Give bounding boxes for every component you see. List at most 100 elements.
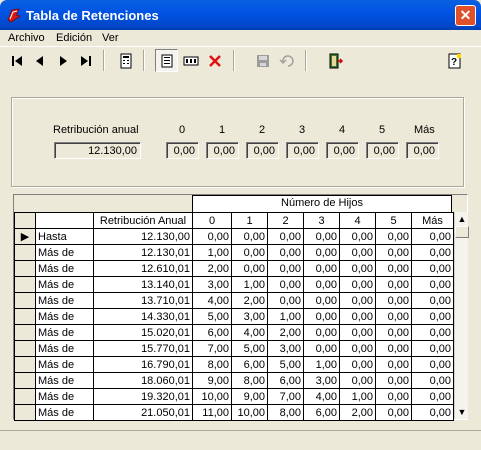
table-cell[interactable]: 2,00 [192, 260, 232, 277]
table-cell[interactable]: 0,00 [375, 244, 412, 261]
hijos-field-5[interactable]: 0,00 [366, 142, 399, 159]
grid-header-0[interactable]: 0 [192, 212, 232, 229]
grid-header-1[interactable]: 1 [231, 212, 268, 229]
grid-header-5[interactable]: 5 [375, 212, 412, 229]
table-cell[interactable]: 21.050,01 [93, 404, 193, 421]
table-cell[interactable]: 18.060,01 [93, 372, 193, 389]
table-cell[interactable]: 10,00 [231, 404, 268, 421]
table-cell[interactable]: 9,00 [231, 388, 268, 405]
table-cell[interactable]: 0,00 [339, 340, 376, 357]
table-cell[interactable]: 0,00 [192, 228, 232, 245]
table-cell[interactable]: 0,00 [303, 324, 340, 341]
hijos-field-3[interactable]: 0,00 [286, 142, 319, 159]
first-record-button[interactable] [5, 49, 28, 72]
table-cell[interactable]: 4,00 [303, 388, 340, 405]
previous-record-button[interactable] [28, 49, 51, 72]
table-row[interactable]: Más de 19.320,01 10,00 9,00 7,00 4,00 1,00 0,00… [14, 388, 454, 405]
hijos-field-mas[interactable]: 0,00 [406, 142, 439, 159]
table-cell[interactable]: 0,00 [411, 372, 454, 389]
vertical-scrollbar[interactable]: ▲ ▼ [454, 212, 469, 419]
table-cell[interactable]: 0,00 [303, 228, 340, 245]
table-cell[interactable]: 1,00 [339, 388, 376, 405]
row-selector[interactable] [14, 356, 36, 373]
table-cell[interactable]: 0,00 [375, 356, 412, 373]
table-cell[interactable]: 0,00 [375, 324, 412, 341]
table-cell[interactable]: 4,00 [231, 324, 268, 341]
scroll-up-arrow-icon[interactable]: ▲ [455, 212, 469, 226]
table-row[interactable]: Más de 12.130,01 1,00 0,00 0,00 0,00 0,00 0,00 0… [14, 244, 454, 261]
row-selector[interactable] [14, 308, 36, 325]
table-cell[interactable]: 0,00 [267, 292, 304, 309]
table-row[interactable]: Más de 12.610,01 2,00 0,00 0,00 0,00 0,00 0,00 0… [14, 260, 454, 277]
table-cell[interactable]: 0,00 [411, 276, 454, 293]
table-cell[interactable]: 19.320,01 [93, 388, 193, 405]
table-row[interactable]: Más de 16.790,01 8,00 6,00 5,00 1,00 0,00 0,00 0… [14, 356, 454, 373]
row-selector[interactable] [14, 260, 36, 277]
table-cell[interactable]: 1,00 [303, 356, 340, 373]
table-cell[interactable]: 0,00 [411, 260, 454, 277]
table-cell[interactable]: Más de [35, 372, 94, 389]
table-cell[interactable]: 0,00 [411, 228, 454, 245]
table-cell[interactable]: 12.130,01 [93, 244, 193, 261]
close-button[interactable]: ✕ [455, 5, 476, 26]
table-cell[interactable]: Más de [35, 308, 94, 325]
table-cell[interactable]: 0,00 [267, 260, 304, 277]
table-cell[interactable]: 3,00 [231, 308, 268, 325]
table-cell[interactable]: 9,00 [192, 372, 232, 389]
table-cell[interactable]: 0,00 [339, 324, 376, 341]
table-cell[interactable]: 5,00 [192, 308, 232, 325]
save-button[interactable] [251, 49, 274, 72]
table-cell[interactable]: Más de [35, 356, 94, 373]
table-cell[interactable]: 0,00 [411, 308, 454, 325]
row-selector[interactable] [14, 404, 36, 421]
table-cell[interactable]: 0,00 [375, 260, 412, 277]
table-cell[interactable]: 0,00 [267, 276, 304, 293]
table-cell[interactable]: 2,00 [339, 404, 376, 421]
table-cell[interactable]: 0,00 [375, 372, 412, 389]
table-row[interactable]: Más de 18.060,01 9,00 8,00 6,00 3,00 0,00 0,00 0… [14, 372, 454, 389]
table-cell[interactable]: 2,00 [267, 324, 304, 341]
hijos-field-4[interactable]: 0,00 [326, 142, 359, 159]
hijos-field-1[interactable]: 0,00 [206, 142, 239, 159]
table-cell[interactable]: 0,00 [375, 340, 412, 357]
calculator-button[interactable] [114, 49, 137, 72]
menu-edicion[interactable]: Edición [56, 32, 92, 44]
table-cell[interactable]: 15.020,01 [93, 324, 193, 341]
table-cell[interactable]: 7,00 [267, 388, 304, 405]
row-selector[interactable] [14, 244, 36, 261]
table-cell[interactable]: 8,00 [267, 404, 304, 421]
row-selector[interactable] [14, 324, 36, 341]
grid-header-3[interactable]: 3 [303, 212, 340, 229]
delete-button[interactable] [203, 49, 226, 72]
exit-button[interactable] [323, 49, 346, 72]
table-cell[interactable]: 6,00 [231, 356, 268, 373]
table-cell[interactable]: 14.330,01 [93, 308, 193, 325]
current-row-indicator-icon[interactable]: ▶ [14, 228, 36, 245]
row-selector[interactable] [14, 388, 36, 405]
grid-header-mas[interactable]: Más [411, 212, 454, 229]
table-cell[interactable]: 13.710,01 [93, 292, 193, 309]
table-cell[interactable]: 0,00 [339, 228, 376, 245]
grid-header-2[interactable]: 2 [267, 212, 304, 229]
table-row[interactable]: Más de 13.710,01 4,00 2,00 0,00 0,00 0,00 0,00 0… [14, 292, 454, 309]
table-cell[interactable]: 11,00 [192, 404, 232, 421]
grid-header-4[interactable]: 4 [339, 212, 376, 229]
table-cell[interactable]: 0,00 [411, 356, 454, 373]
table-cell[interactable]: Más de [35, 244, 94, 261]
table-cell[interactable]: 5,00 [231, 340, 268, 357]
table-row[interactable]: ▶ Hasta 12.130,00 0,00 0,00 0,00 0,00 0,00 0,00 0… [14, 228, 454, 245]
table-cell[interactable]: 1,00 [267, 308, 304, 325]
table-cell[interactable]: 5,00 [267, 356, 304, 373]
table-cell[interactable]: 8,00 [192, 356, 232, 373]
row-selector[interactable] [14, 276, 36, 293]
table-cell[interactable]: 0,00 [375, 404, 412, 421]
table-cell[interactable]: 0,00 [339, 244, 376, 261]
table-cell[interactable]: 0,00 [411, 404, 454, 421]
table-cell[interactable]: 0,00 [411, 340, 454, 357]
table-cell[interactable]: Más de [35, 324, 94, 341]
menu-archivo[interactable]: Archivo [8, 32, 45, 44]
table-cell[interactable]: 6,00 [303, 404, 340, 421]
table-row[interactable]: Más de 15.020,01 6,00 4,00 2,00 0,00 0,00 0,00 0… [14, 324, 454, 341]
table-cell[interactable]: Más de [35, 276, 94, 293]
table-cell[interactable]: 0,00 [267, 228, 304, 245]
